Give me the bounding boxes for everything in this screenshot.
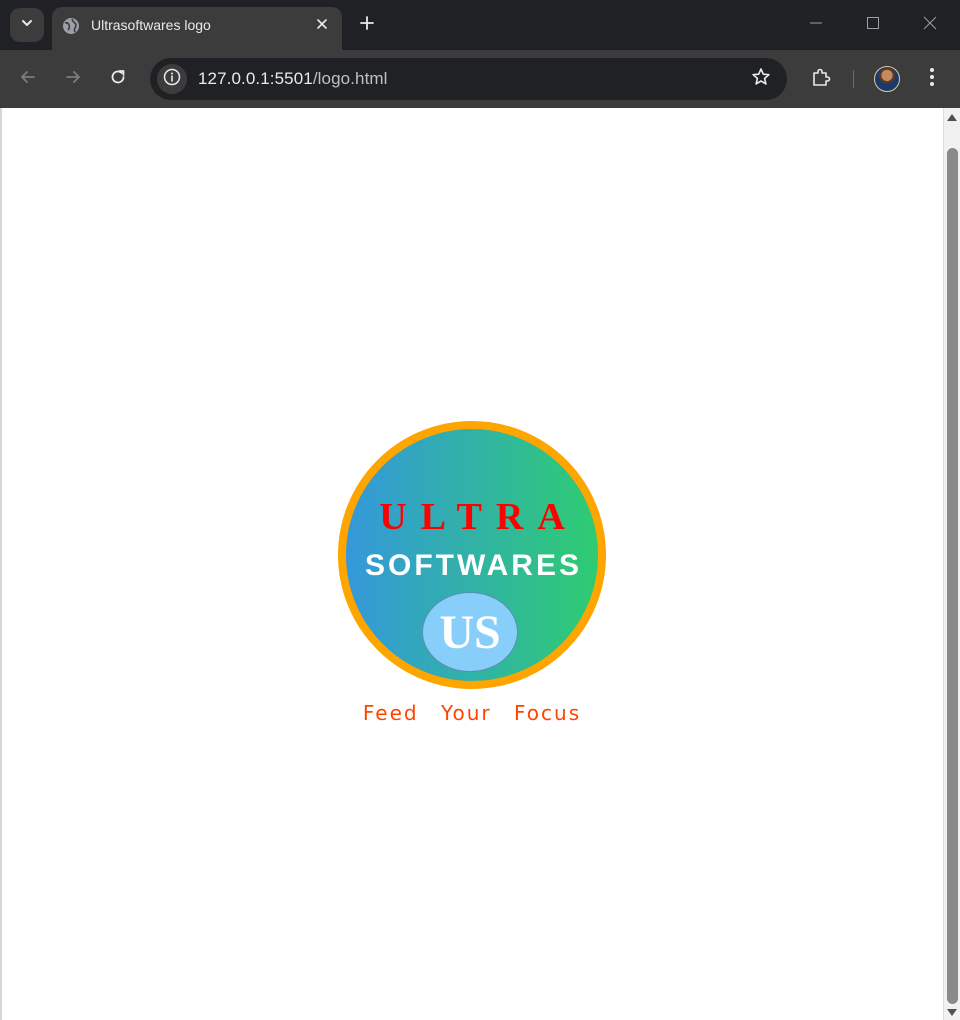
back-button[interactable] <box>12 63 44 95</box>
logo-monogram-badge: US <box>422 592 518 672</box>
globe-icon <box>62 17 80 35</box>
avatar[interactable] <box>874 66 900 92</box>
arrow-right-icon <box>64 68 82 91</box>
maximize-icon <box>866 16 880 35</box>
tab-search-button[interactable] <box>10 8 44 42</box>
scroll-up-arrow-icon[interactable] <box>947 114 957 121</box>
address-bar[interactable]: 127.0.0.1:5501/logo.html <box>150 58 787 100</box>
minimize-button[interactable] <box>801 10 831 40</box>
scroll-down-arrow-icon[interactable] <box>947 1009 957 1016</box>
tab-title: Ultrasoftwares logo <box>91 17 211 33</box>
logo-ultra-text: ULTRA <box>379 496 579 538</box>
arrow-left-icon <box>19 68 37 91</box>
url-text[interactable]: 127.0.0.1:5501/logo.html <box>198 69 388 89</box>
close-window-button[interactable] <box>915 10 945 40</box>
plus-icon <box>359 15 375 36</box>
logo-circle: ULTRA SOFTWARES US <box>338 421 606 689</box>
forward-button[interactable] <box>57 63 89 95</box>
close-window-icon <box>923 16 937 35</box>
reload-button[interactable] <box>102 63 134 95</box>
info-icon <box>163 68 181 91</box>
site-info-button[interactable] <box>157 64 187 94</box>
maximize-button[interactable] <box>858 10 888 40</box>
url-host: 127.0.0.1:5501 <box>198 69 313 88</box>
tab-close-button[interactable] <box>310 14 334 38</box>
bookmark-button[interactable] <box>749 67 773 91</box>
logo-monogram-text: US <box>439 606 501 659</box>
close-icon <box>316 17 328 35</box>
browser-menu-button[interactable] <box>916 63 948 95</box>
chevron-down-icon <box>20 16 34 35</box>
vertical-scrollbar[interactable] <box>943 108 960 1020</box>
url-path: /logo.html <box>312 69 388 88</box>
kebab-icon <box>929 67 935 92</box>
new-tab-button[interactable] <box>352 10 382 40</box>
minimize-icon <box>809 16 823 35</box>
star-icon <box>751 67 771 92</box>
tab-active[interactable]: Ultrasoftwares logo <box>52 7 342 50</box>
puzzle-icon <box>810 66 832 93</box>
logo-softwares-text: SOFTWARES <box>364 549 582 582</box>
reload-icon <box>109 68 127 91</box>
scroll-thumb[interactable] <box>947 148 958 1004</box>
tab-strip: Ultrasoftwares logo <box>0 0 960 50</box>
logo-tagline: Feed Your Focus <box>362 701 582 725</box>
extensions-button[interactable] <box>805 63 837 95</box>
toolbar-separator <box>853 70 854 88</box>
browser-toolbar: 127.0.0.1:5501/logo.html <box>0 50 960 108</box>
